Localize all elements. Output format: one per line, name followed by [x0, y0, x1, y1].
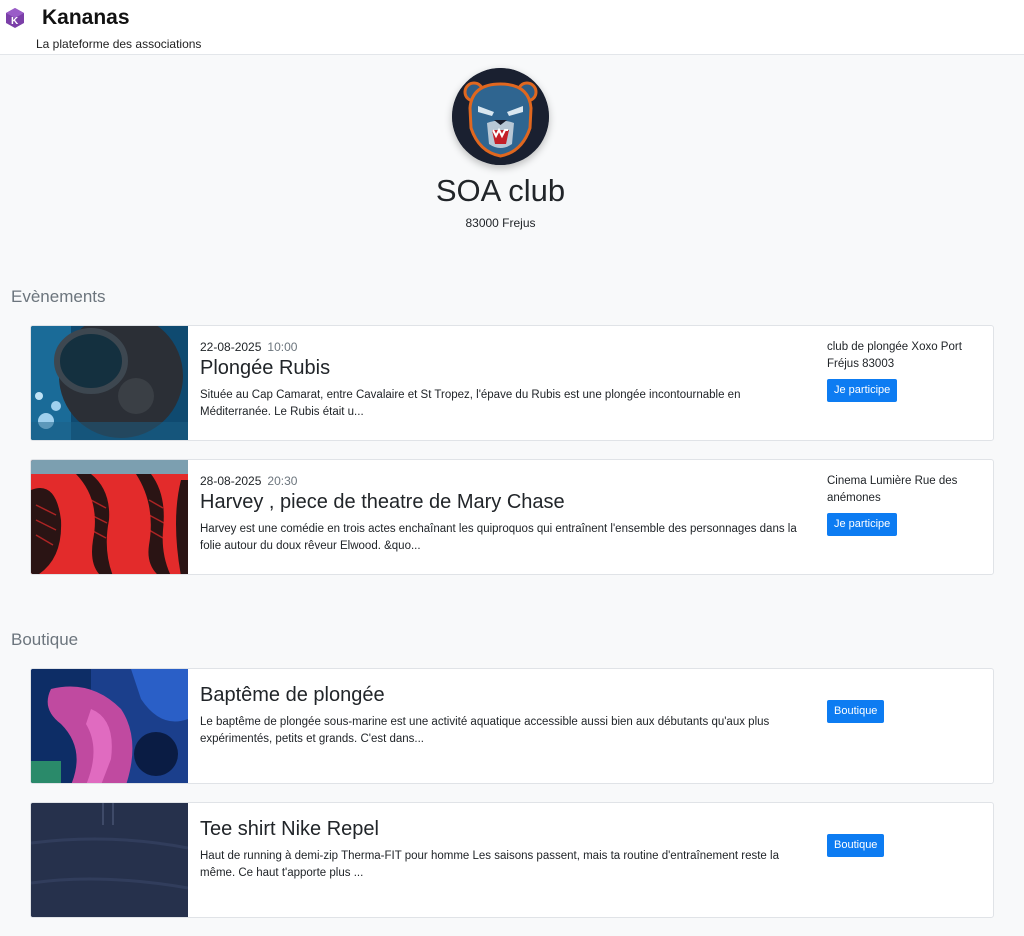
product-description: Haut de running à demi-zip Therma-FIT po… — [200, 850, 779, 879]
event-description: Située au Cap Camarat, entre Cavalaire e… — [200, 389, 741, 418]
top-navbar: K Kananas La plateforme des associations — [0, 0, 1024, 55]
event-card[interactable]: 28-08-2025 20:30 Harvey , piece de theatr… — [30, 459, 994, 575]
event-date: 22-08-2025 — [200, 340, 262, 354]
event-place: club de plongée Xoxo Port Fréjus 83003 — [827, 341, 962, 370]
participate-button[interactable]: Je participe — [827, 513, 898, 536]
event-datetime: 22-08-2025 10:00 — [200, 340, 297, 354]
product-card[interactable]: Tee shirt Nike Repel Haut de running à d… — [30, 802, 994, 918]
theatre-poster-icon — [31, 460, 188, 574]
club-name: SOA club — [435, 173, 566, 208]
product-thumbnail[interactable] — [31, 803, 188, 917]
event-time: 20:30 — [267, 474, 298, 488]
product-title[interactable]: Baptême de plongée — [200, 684, 385, 707]
club-avatar — [452, 68, 549, 165]
shop-section-title: Boutique — [11, 630, 79, 649]
event-description: Harvey est une comédie en trois actes en… — [200, 523, 797, 552]
participate-button[interactable]: Je participe — [827, 379, 898, 402]
event-time: 10:00 — [267, 340, 298, 354]
event-thumbnail[interactable] — [31, 326, 188, 440]
kananas-logo-icon[interactable]: K — [4, 7, 26, 29]
svg-text:K: K — [11, 16, 19, 27]
event-datetime: 28-08-2025 20:30 — [200, 474, 297, 488]
product-title[interactable]: Tee shirt Nike Repel — [200, 818, 379, 841]
event-date: 28-08-2025 — [200, 474, 262, 488]
bear-mascot-icon — [452, 68, 549, 165]
shop-button[interactable]: Boutique — [827, 700, 885, 723]
diving-photo-icon — [31, 669, 188, 783]
event-place: Cinema Lumière Rue des anémones — [827, 475, 958, 504]
event-thumbnail[interactable] — [31, 460, 188, 574]
brand-name[interactable]: Kananas — [42, 6, 130, 30]
tshirt-photo-icon — [31, 803, 188, 917]
shop-button[interactable]: Boutique — [827, 834, 885, 857]
event-card[interactable]: 22-08-2025 10:00 Plongée Rubis Située au … — [30, 325, 994, 441]
events-section-title: Evènements — [11, 287, 106, 306]
event-title[interactable]: Harvey , piece de theatre de Mary Chase — [200, 491, 565, 514]
event-title[interactable]: Plongée Rubis — [200, 357, 330, 380]
product-description: Le baptême de plongée sous-marine est un… — [200, 716, 770, 745]
product-thumbnail[interactable] — [31, 669, 188, 783]
product-card[interactable]: Baptême de plongée Le baptême de plongée… — [30, 668, 994, 784]
club-location: 83000 Frejus — [465, 216, 536, 230]
brand-tagline: La plateforme des associations — [36, 37, 202, 51]
diver-photo-icon — [31, 326, 188, 440]
